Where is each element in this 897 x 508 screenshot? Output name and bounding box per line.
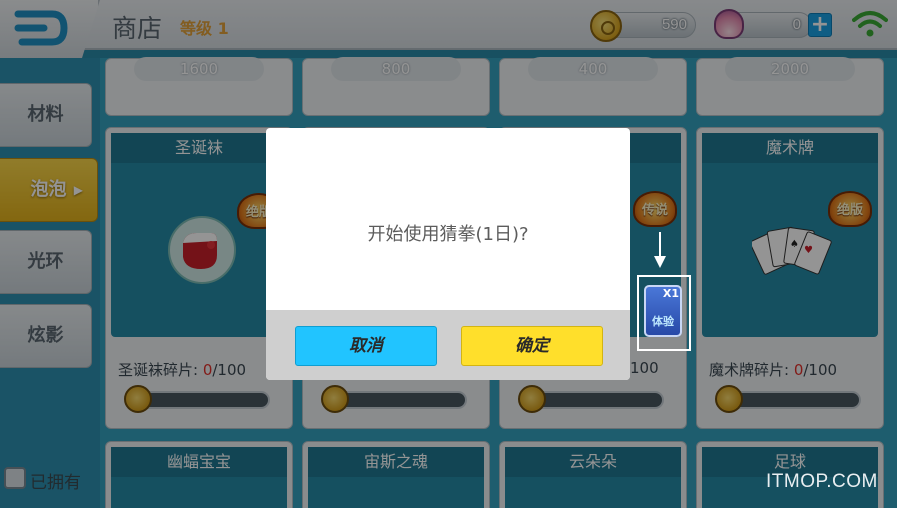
item-count: X1 <box>662 287 679 300</box>
confirm-button[interactable]: 确定 <box>461 326 603 366</box>
watermark: ITMOP.COM <box>766 471 878 492</box>
item-label: 体验 <box>652 315 674 328</box>
pointer-arrow-icon <box>654 232 666 268</box>
cancel-button[interactable]: 取消 <box>295 326 437 366</box>
confirm-dialog: 开始使用猜拳(1日)? 取消 确定 <box>266 128 630 380</box>
trial-item-card[interactable]: X1 体验 <box>644 285 682 337</box>
dialog-footer: 取消 确定 <box>266 310 630 380</box>
dialog-message: 开始使用猜拳(1日)? <box>367 224 529 245</box>
